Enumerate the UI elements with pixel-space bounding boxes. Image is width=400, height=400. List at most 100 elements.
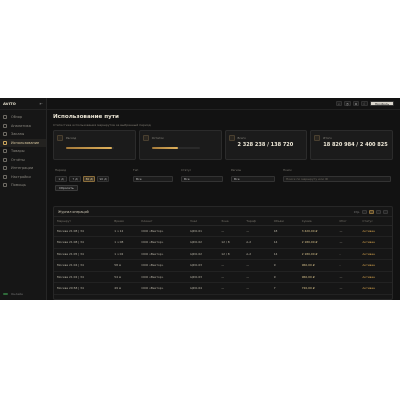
table-cell: Москва 21:05 | 34 [54, 248, 112, 260]
filter-panel: Период 1 Д7 Д 30 Д 90 Д Тип Все Статус Все… [53, 166, 393, 192]
sidebar-item-label: Товары [11, 149, 25, 154]
table-cell: 3 420,00 ₽ [298, 225, 337, 237]
sidebar-item-1[interactable]: Аналитика [0, 122, 46, 131]
period-label: Период [55, 168, 67, 172]
report-icon [3, 157, 7, 162]
search-placeholder: Поиск по маршруту или ID [286, 177, 329, 181]
main-content: ⌕ ◔ ⚙ ☾ Профиль Использование пути Стати… [47, 98, 400, 300]
status-text: Онлайн [11, 292, 23, 296]
table-cell: 12 / 8 [218, 248, 244, 260]
stat-card-icon [314, 135, 321, 141]
sidebar-item-2[interactable]: Заказы [0, 130, 46, 139]
page-2-button[interactable] [376, 209, 381, 214]
reset-button[interactable]: Сбросить [55, 185, 78, 191]
table-cell: Активен [359, 225, 392, 237]
table-cell: ООО «Вектор» [138, 236, 188, 249]
column-header[interactable]: Клиент [138, 217, 188, 226]
column-header[interactable]: Сумма [298, 217, 337, 226]
sidebar-item-label: Заказы [11, 132, 25, 137]
bell-icon[interactable]: ◔ [343, 101, 351, 106]
table-cell: ЦФО-02 [187, 236, 219, 249]
sidebar-item-5[interactable]: Отчёты [0, 156, 46, 165]
stat-card-label: Остаток [151, 136, 164, 140]
column-header[interactable]: Зона [218, 217, 244, 226]
page-1-button[interactable] [369, 209, 374, 214]
table-cell: ООО «Вектор» [138, 248, 188, 260]
stat-card-icon [57, 135, 63, 141]
table-row[interactable]: Москва 21:05 | 34 1 ч 02 ООО «Вектор» ЦФО-0… [54, 248, 392, 260]
table-cell: — [336, 282, 360, 295]
stat-cards: Расход Остаток Всего 2 328 238 / 138 720 Ито… [53, 130, 393, 160]
table-row[interactable]: Москва 20:58 | 34 49 м ООО «Вектор» ЦФО-04—… [54, 282, 392, 295]
table-cell: Москва 21:08 | 34 [54, 225, 112, 237]
search-icon[interactable]: ⌕ [335, 101, 342, 106]
table-cell: ООО «Вектор» [138, 271, 188, 283]
collapse-sidebar-icon[interactable]: ⇤ [40, 101, 43, 106]
table-cell: 7 [270, 282, 299, 295]
region-select[interactable]: Все [231, 176, 275, 182]
table-row[interactable]: Москва 21:02 | 34 54 м ООО «Вектор» ЦФО-03—… [54, 271, 392, 283]
period-option-2[interactable]: 30 Д [83, 176, 95, 182]
stat-card-icon [228, 135, 235, 141]
table-cell: Москва 21:04 | 34 [54, 259, 112, 272]
column-header[interactable]: Узел [187, 217, 219, 226]
table-cell: 9 [270, 271, 299, 283]
type-select-value: Все [136, 177, 142, 181]
next-page-icon[interactable] [383, 209, 388, 214]
table-cell: — [218, 282, 244, 295]
table-row[interactable]: Москва 21:08 | 34 1 ч 08 ООО «Вектор» ЦФО-0… [54, 236, 392, 249]
prev-page-icon[interactable] [362, 209, 367, 214]
table-cell: Активен [359, 282, 392, 295]
cart-icon [3, 132, 7, 137]
period-option-0[interactable]: 1 Д [55, 176, 67, 182]
search-input[interactable]: Поиск по маршруту или ID [283, 176, 391, 182]
table-row[interactable]: Москва 21:04 | 34 58 м ООО «Вектор» ЦФО-03—… [54, 259, 392, 272]
chart-icon [3, 123, 7, 128]
table-cell: ЦФО-03 [187, 271, 219, 283]
table-cell: — [218, 271, 244, 283]
settings-icon[interactable]: ⚙ [352, 101, 360, 106]
table-cell: 12 / 8 [218, 236, 244, 249]
stat-card-progress-bar [66, 147, 114, 149]
column-header[interactable]: Объём [270, 217, 299, 226]
table-cell: 960,00 ₽ [298, 259, 337, 272]
region-select-value: Все [234, 177, 240, 181]
table-cell: 54 м [111, 271, 139, 283]
theme-icon[interactable]: ☾ [361, 101, 368, 106]
sidebar-item-8[interactable]: Помощь [0, 181, 46, 190]
column-header[interactable]: Статус [359, 217, 392, 226]
period-option-1[interactable]: 7 Д [69, 176, 81, 182]
table-cell: Активен [359, 248, 392, 260]
search-label: Поиск [283, 168, 292, 172]
table-cell: — [336, 236, 360, 249]
sidebar-item-6[interactable]: Интеграции [0, 164, 46, 173]
stat-card-progress-bar [151, 147, 200, 149]
operations-table: Маршрут Время Клиент Узел Зона Тариф Объём Сумм… [54, 217, 392, 295]
table-cell: ООО «Вектор» [138, 282, 188, 295]
user-menu-button[interactable]: Профиль [370, 101, 394, 106]
column-header[interactable]: Итог [336, 217, 360, 226]
sidebar-item-3[interactable]: Использование [0, 138, 46, 147]
table-header-row: Маршрут Время Клиент Узел Зона Тариф Объём Сумм… [54, 217, 392, 226]
sidebar-item-label: Отчёты [11, 157, 25, 162]
table-cell: Москва 21:02 | 34 [54, 271, 112, 283]
table-cell: 9 [270, 259, 299, 272]
table-cell: Активен [359, 271, 392, 283]
column-header[interactable]: Тариф [243, 217, 271, 226]
type-select[interactable]: Все [133, 176, 173, 182]
table-cell: Активен [359, 259, 392, 272]
table-cell: ООО «Вектор» [138, 259, 188, 272]
sidebar-item-4[interactable]: Товары [0, 147, 46, 156]
sidebar-item-7[interactable]: Настройки [0, 173, 46, 182]
period-option-3[interactable]: 90 Д [97, 176, 109, 182]
status-select[interactable]: Все [181, 176, 223, 182]
column-header[interactable]: Маршрут [54, 217, 112, 226]
period-selector: 1 Д7 Д 30 Д 90 Д [55, 176, 109, 182]
table-cell: ЦФО-04 [187, 282, 219, 295]
sidebar-item-label: Аналитика [11, 123, 31, 128]
column-header[interactable]: Время [111, 217, 139, 226]
table-header-bar: Журнал операций Стр. [54, 207, 392, 217]
sidebar-item-0[interactable]: Обзор [0, 113, 46, 122]
pagination: Стр. [354, 209, 388, 214]
table-row[interactable]: Москва 21:08 | 34 1 ч 12 ООО «Вектор» ЦФО-0… [54, 225, 392, 237]
